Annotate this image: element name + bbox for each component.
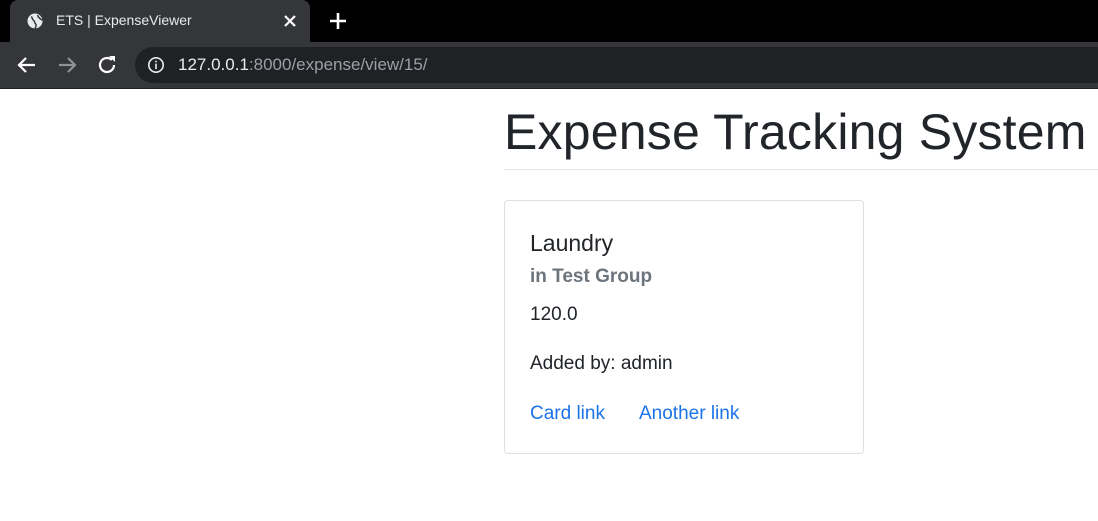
- another-link[interactable]: Another link: [639, 403, 739, 425]
- expense-group: in Test Group: [530, 266, 653, 287]
- page-title: Expense Tracking System: [504, 104, 1087, 160]
- url-host: 127.0.0.1: [178, 55, 249, 74]
- plus-icon[interactable]: [326, 9, 350, 33]
- expense-added-by: Added by: admin: [530, 353, 673, 374]
- arrow-right-icon[interactable]: [55, 53, 79, 77]
- globe-icon: [27, 13, 44, 29]
- browser-tab[interactable]: ETS | ExpenseViewer: [10, 0, 310, 42]
- page-content: Expense Tracking System Laundry in Test …: [0, 89, 1098, 521]
- tab-title: ETS | ExpenseViewer: [56, 12, 192, 28]
- reload-icon[interactable]: [95, 53, 119, 77]
- expense-amount: 120.0: [530, 304, 578, 325]
- title-divider: [504, 169, 1098, 170]
- close-icon[interactable]: [280, 11, 300, 31]
- expense-title: Laundry: [530, 230, 614, 256]
- card-link[interactable]: Card link: [530, 403, 605, 425]
- arrow-left-icon[interactable]: [15, 53, 39, 77]
- expense-card: Laundry in Test Group 120.0 Added by: ad…: [504, 200, 864, 454]
- url-text: 127.0.0.1:8000/expense/view/15/: [178, 55, 428, 75]
- browser-toolbar: 127.0.0.1:8000/expense/view/15/: [0, 42, 1098, 88]
- browser-tabstrip: ETS | ExpenseViewer: [0, 0, 1098, 42]
- address-bar[interactable]: 127.0.0.1:8000/expense/view/15/: [135, 47, 1098, 83]
- url-path: :8000/expense/view/15/: [248, 55, 428, 74]
- info-icon[interactable]: [147, 56, 165, 74]
